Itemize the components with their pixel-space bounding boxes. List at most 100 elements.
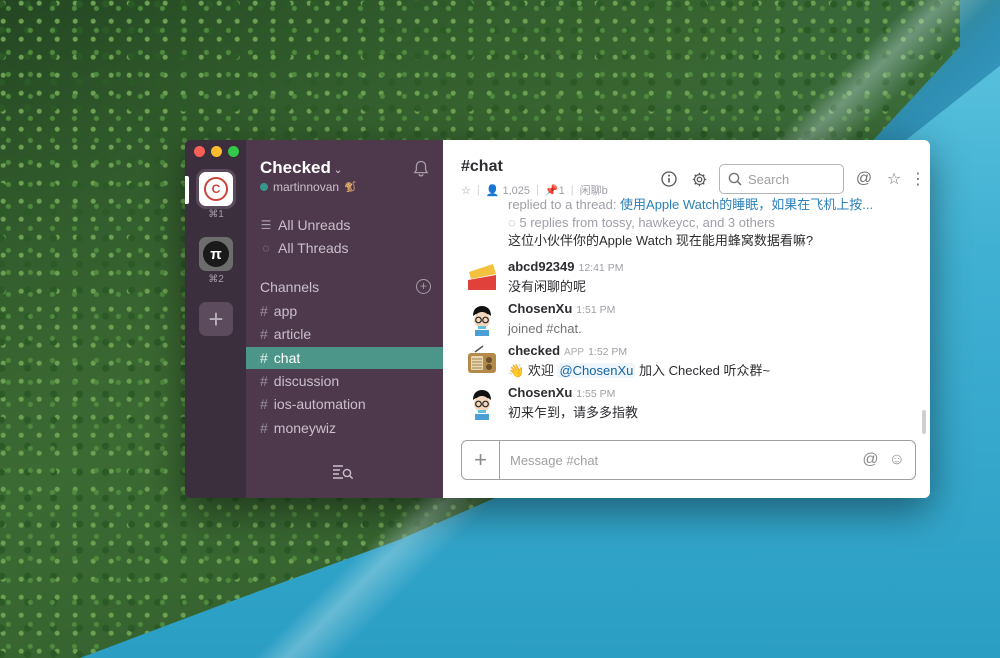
threads-icon: ◌ bbox=[508, 215, 516, 230]
header-toolbar: Search @ ☆ ⋮ bbox=[659, 164, 926, 194]
channel-label: chat bbox=[273, 350, 301, 366]
message-time[interactable]: 12:41 PM bbox=[579, 262, 624, 274]
thread-replies-summary[interactable]: ◌ 5 replies from tossy, hawkeycc, and 3 … bbox=[508, 215, 920, 230]
hash-icon: # bbox=[260, 420, 268, 436]
mentions-icon[interactable]: @ bbox=[854, 169, 874, 189]
window-controls bbox=[194, 146, 239, 157]
message-time[interactable]: 1:52 PM bbox=[588, 346, 627, 358]
message-author[interactable]: checked bbox=[508, 343, 560, 358]
hash-icon: # bbox=[260, 326, 268, 342]
message-list: replied to a thread: 使用Apple Watch的睡眠，如果… bbox=[443, 196, 930, 440]
active-team-indicator bbox=[185, 176, 189, 204]
minimize-window-button[interactable] bbox=[211, 146, 222, 157]
message-input[interactable] bbox=[500, 452, 863, 468]
pin-icon: 📌 bbox=[544, 184, 559, 197]
team-pi[interactable]: π ⌘2 bbox=[199, 237, 233, 285]
team-pi-icon[interactable]: π bbox=[199, 237, 233, 271]
message-text-pre: 欢迎 bbox=[527, 363, 554, 378]
zoom-window-button[interactable] bbox=[228, 146, 239, 157]
workspace-menu[interactable]: Checked ⌄ bbox=[260, 158, 342, 178]
user-status-emoji: 🐒 bbox=[344, 181, 357, 193]
sidebar: Checked ⌄ martinnovan 🐒 ☰ All Unreads ◌ A… bbox=[246, 140, 443, 498]
user-name: martinnovan bbox=[273, 180, 340, 194]
channels-header[interactable]: Channels bbox=[260, 279, 319, 295]
nav-all-unreads[interactable]: ☰ All Unreads bbox=[260, 217, 351, 233]
all-unreads-icon: ☰ bbox=[260, 218, 272, 232]
search-input[interactable]: Search bbox=[719, 164, 844, 194]
message-author[interactable]: ChosenXu bbox=[508, 385, 572, 400]
hash-icon: # bbox=[260, 350, 268, 366]
presence-dot bbox=[260, 183, 268, 191]
replied-prefix: replied to a thread: bbox=[508, 197, 617, 212]
channel-label: moneywiz bbox=[273, 420, 337, 436]
members-count[interactable]: 👤 1,025 bbox=[486, 184, 530, 197]
sidebar-channel-chat[interactable]: # chat bbox=[246, 347, 443, 369]
thread-reply-context: replied to a thread: 使用Apple Watch的睡眠，如果… bbox=[508, 196, 920, 213]
workspace-name: Checked bbox=[260, 158, 331, 177]
current-user[interactable]: martinnovan 🐒 bbox=[260, 180, 357, 194]
members-value: 1,025 bbox=[502, 184, 531, 197]
avatar bbox=[465, 386, 499, 420]
nav-label: All Threads bbox=[278, 240, 349, 256]
message-text: joined #chat. bbox=[508, 321, 582, 336]
sidebar-channel-app[interactable]: # app bbox=[246, 300, 443, 322]
sidebar-channel-discussion[interactable]: # discussion bbox=[246, 370, 443, 392]
chevron-down-icon: ⌄ bbox=[333, 165, 343, 176]
hash-icon: # bbox=[260, 303, 268, 319]
channel-title[interactable]: #chat bbox=[461, 158, 503, 176]
star-icon[interactable]: ☆ bbox=[461, 184, 471, 197]
pi-logo-icon: π bbox=[203, 241, 229, 267]
replies-label: 5 replies from tossy, hawkeycc, and 3 ot… bbox=[519, 215, 775, 230]
sidebar-channel-ios-automation[interactable]: # ios-automation bbox=[246, 393, 443, 415]
message-text: 👋 欢迎 @ChosenXu 加入 Checked 听众群~ bbox=[508, 362, 920, 379]
pinned-count[interactable]: 📌1 bbox=[545, 184, 565, 197]
pins-value: 1 bbox=[558, 184, 565, 197]
message-author[interactable]: abcd92349 bbox=[508, 259, 575, 274]
team-checked[interactable]: C ⌘1 bbox=[199, 172, 233, 220]
thread-link[interactable]: 使用Apple Watch的睡眠，如果在飞机上按... bbox=[620, 197, 873, 212]
channel-label: discussion bbox=[273, 373, 340, 389]
message-text-post: 加入 Checked 听众群~ bbox=[638, 363, 771, 378]
user-mention[interactable]: @ChosenXu bbox=[557, 363, 636, 378]
add-team-button[interactable]: + bbox=[199, 302, 233, 336]
threads-icon: ◌ bbox=[262, 241, 270, 255]
channel-view: #chat ☆ | 👤 1,025 | 📌1 | 闲聊b Search @ ☆ … bbox=[443, 140, 930, 498]
wave-emoji: 👋 bbox=[508, 363, 525, 378]
nav-label: All Unreads bbox=[278, 217, 351, 233]
gear-icon[interactable] bbox=[689, 169, 709, 189]
add-channel-icon[interactable]: + bbox=[416, 279, 431, 294]
nav-all-threads[interactable]: ◌ All Threads bbox=[260, 240, 349, 256]
avatar bbox=[465, 302, 499, 336]
emoji-icon[interactable]: ☺ bbox=[889, 451, 905, 469]
message-scrollbar[interactable] bbox=[922, 410, 926, 434]
search-icon bbox=[728, 172, 742, 186]
mention-icon[interactable]: @ bbox=[862, 451, 878, 469]
message-author[interactable]: ChosenXu bbox=[508, 301, 572, 316]
starred-items-icon[interactable]: ☆ bbox=[884, 169, 904, 189]
hash-icon: # bbox=[260, 396, 268, 412]
team-checked-icon[interactable]: C bbox=[199, 172, 233, 206]
team-shortcut: ⌘2 bbox=[208, 274, 224, 285]
message-time[interactable]: 1:51 PM bbox=[576, 304, 615, 316]
notifications-bell-icon[interactable] bbox=[413, 160, 429, 178]
message-text: 初来乍到，请多多指教 bbox=[508, 405, 639, 420]
sidebar-channel-article[interactable]: # article bbox=[246, 323, 443, 345]
search-placeholder: Search bbox=[748, 171, 790, 187]
attach-file-button[interactable]: + bbox=[462, 441, 500, 479]
member-icon: 👤 bbox=[485, 184, 500, 197]
channel-info-icon[interactable] bbox=[659, 169, 679, 189]
channel-browser-icon[interactable] bbox=[332, 463, 354, 481]
message-time[interactable]: 1:55 PM bbox=[576, 388, 615, 400]
message-text: 这位小伙伴你的Apple Watch 现在能用蜂窝数据看嘛? bbox=[508, 233, 814, 248]
sidebar-channel-moneywiz[interactable]: # moneywiz bbox=[246, 417, 443, 439]
team-shortcut: ⌘1 bbox=[208, 209, 224, 220]
channel-label: app bbox=[273, 303, 298, 319]
composer-actions: @ ☺ bbox=[862, 451, 915, 469]
team-switcher: C ⌘1 π ⌘2 + bbox=[185, 140, 246, 498]
more-options-icon[interactable]: ⋮ bbox=[910, 169, 926, 189]
channel-label: ios-automation bbox=[273, 396, 366, 412]
channel-label: article bbox=[273, 326, 312, 342]
close-window-button[interactable] bbox=[194, 146, 205, 157]
app-window: C ⌘1 π ⌘2 + Checked ⌄ martinnovan 🐒 ☰ All… bbox=[185, 140, 930, 498]
hash-icon: # bbox=[260, 373, 268, 389]
